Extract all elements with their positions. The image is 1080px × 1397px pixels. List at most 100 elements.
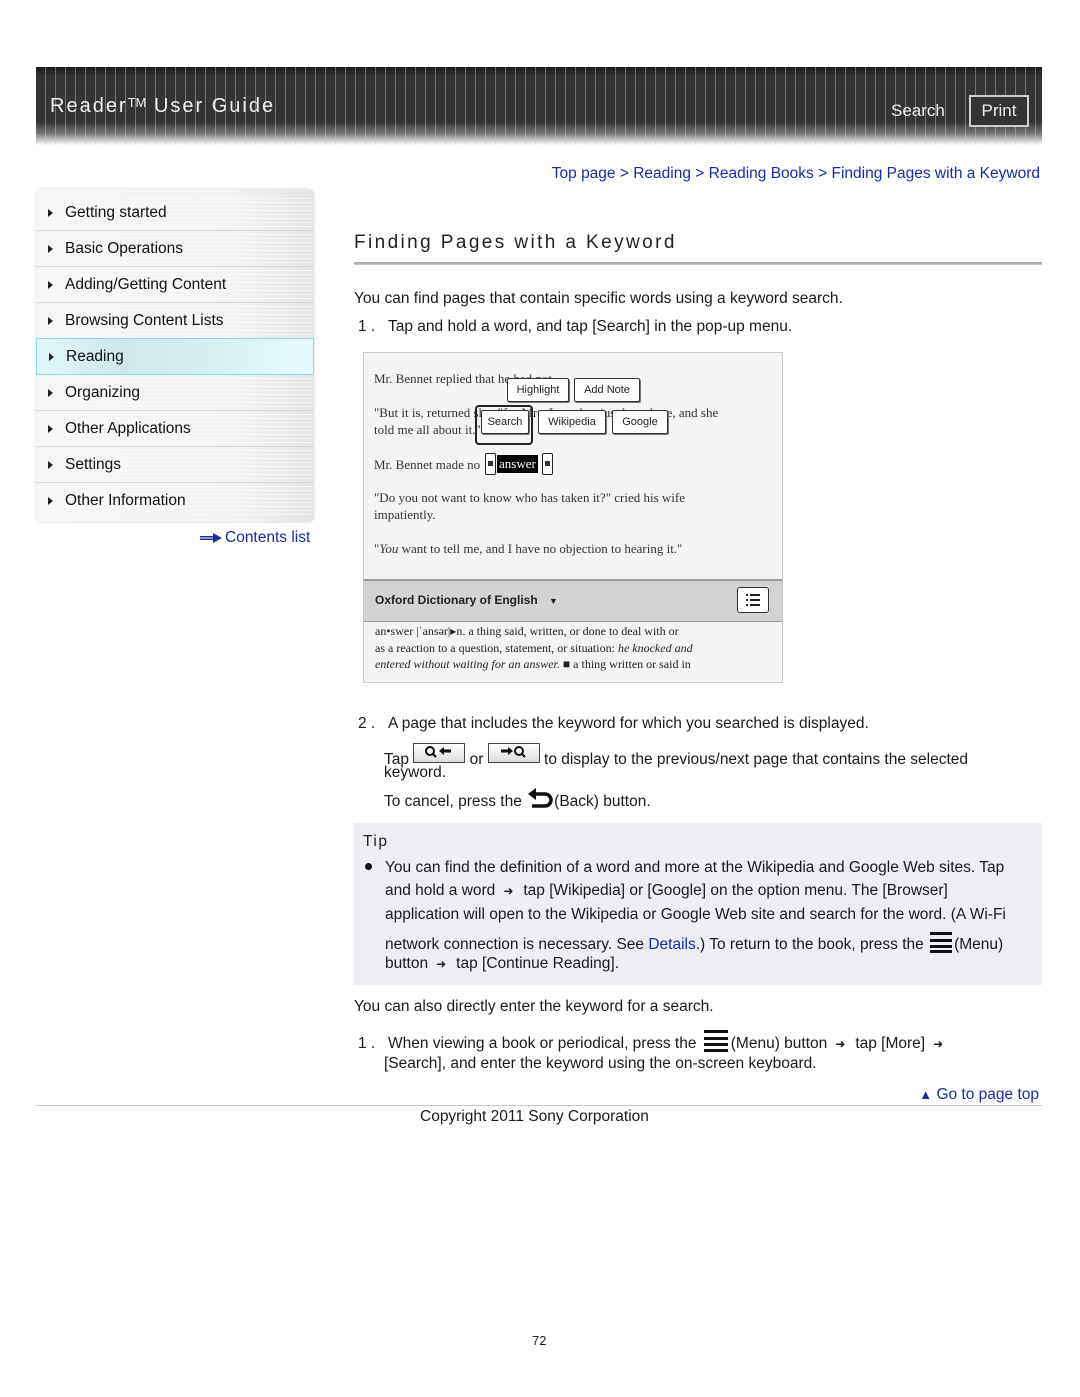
book-line: "Do you not want to know who has taken i… bbox=[374, 490, 685, 505]
step-2-cancel: To cancel, press the (Back) button. bbox=[384, 788, 651, 811]
guide-title: ReaderTM User Guide bbox=[50, 95, 275, 118]
sidebar-item-browsing-content-lists[interactable]: Browsing Content Lists bbox=[36, 303, 314, 339]
list-icon bbox=[746, 594, 760, 606]
tip-line: and hold a word ➜ tap [Wikipedia] or [Goog… bbox=[385, 882, 948, 900]
text: (Menu) bbox=[954, 936, 1004, 953]
breadcrumb-reading[interactable]: Reading bbox=[633, 165, 691, 182]
text: button bbox=[385, 955, 429, 972]
dictionary-name: Oxford Dictionary of English bbox=[375, 593, 538, 607]
sidebar-item-label: Other Applications bbox=[65, 420, 191, 437]
sidebar-item-other-information[interactable]: Other Information bbox=[36, 483, 314, 518]
text: tap [Continue Reading]. bbox=[456, 955, 620, 972]
search-previous-icon bbox=[425, 746, 452, 758]
text: to display to the previous/next page tha… bbox=[544, 751, 968, 768]
book-line-rest: want to tell me, and I have no objection… bbox=[398, 541, 683, 556]
arrow-right-icon bbox=[200, 532, 222, 543]
book-line: Mr. Bennet made no bbox=[374, 457, 481, 472]
menu-icon bbox=[703, 1030, 728, 1052]
sidebar-item-label: Other Information bbox=[65, 492, 186, 509]
sidebar-item-organizing[interactable]: Organizing bbox=[36, 375, 314, 411]
sidebar-item-label: Settings bbox=[65, 456, 122, 473]
contents-list-link[interactable]: Contents list bbox=[200, 529, 310, 547]
list-view-button[interactable] bbox=[737, 587, 769, 613]
selection-handle-left[interactable] bbox=[485, 453, 496, 475]
step-text: Tap and hold a word, and tap [Search] in… bbox=[388, 318, 793, 335]
sidebar-item-settings[interactable]: Settings bbox=[36, 447, 314, 483]
selection-handle-right[interactable] bbox=[542, 453, 553, 475]
text: (Menu) button bbox=[730, 1035, 828, 1052]
previous-search-result-button bbox=[413, 743, 466, 763]
text: network connection is necessary. See bbox=[385, 936, 649, 953]
sidebar-item-basic-operations[interactable]: Basic Operations bbox=[36, 231, 314, 267]
step-2-detail: Tap or to display to the previous/next p… bbox=[384, 743, 968, 769]
sidebar-item-other-applications[interactable]: Other Applications bbox=[36, 411, 314, 447]
go-to-top-label[interactable]: Go to page top bbox=[936, 1086, 1039, 1103]
sidebar-item-label: Browsing Content Lists bbox=[65, 312, 224, 329]
step-2: 2 . A page that includes the keyword for … bbox=[358, 715, 869, 733]
tip-line: network connection is necessary. See Det… bbox=[385, 931, 1003, 954]
title-divider bbox=[354, 262, 1042, 265]
step-text: A page that includes the keyword for whi… bbox=[388, 715, 869, 732]
step-3: 1 . When viewing a book or periodical, pr… bbox=[358, 1030, 953, 1053]
arrow-right-icon: ➜ bbox=[503, 884, 514, 898]
triangle-right-icon bbox=[48, 209, 53, 217]
search-link[interactable]: Search bbox=[891, 101, 945, 121]
tip-line: application will open to the Wikipedia o… bbox=[385, 906, 1006, 923]
step-2-detail-cont: keyword. bbox=[384, 764, 447, 781]
text: When viewing a book or periodical, press… bbox=[388, 1035, 697, 1052]
breadcrumb-separator: > bbox=[818, 165, 828, 182]
dropdown-triangle-icon: ▼ bbox=[549, 596, 558, 606]
popup-google-button[interactable]: Google bbox=[612, 410, 668, 434]
sidebar-item-adding-getting-content[interactable]: Adding/Getting Content bbox=[36, 267, 314, 303]
definition-line: entered without waiting for an answer. ■… bbox=[375, 656, 693, 673]
sidebar-item-getting-started[interactable]: Getting started bbox=[36, 195, 314, 231]
step-number: 2 . bbox=[358, 715, 376, 732]
triangle-right-icon bbox=[48, 281, 53, 289]
device-screenshot: Mr. Bennet replied that he had not. "But… bbox=[363, 352, 783, 683]
popup-highlight-button[interactable]: Highlight bbox=[507, 378, 569, 402]
text: tap [More] bbox=[855, 1035, 926, 1052]
trademark: TM bbox=[127, 95, 147, 110]
back-icon bbox=[528, 788, 553, 808]
header-bar: ReaderTM User Guide Search Print bbox=[36, 67, 1042, 145]
definition-line: as a reaction to a question, statement, … bbox=[375, 640, 693, 657]
text: tap [Wikipedia] or [Google] on the optio… bbox=[523, 882, 948, 899]
book-line: told me all about it." bbox=[374, 422, 481, 437]
breadcrumb: Top page > Reading > Reading Books > Fin… bbox=[552, 165, 1040, 183]
breadcrumb-reading-books[interactable]: Reading Books bbox=[709, 165, 814, 182]
popup-add-note-button[interactable]: Add Note bbox=[574, 378, 640, 402]
intro-text: You can find pages that contain specific… bbox=[354, 290, 843, 307]
menu-icon bbox=[930, 932, 953, 953]
title-rest: User Guide bbox=[146, 95, 276, 117]
print-button[interactable]: Print bbox=[969, 95, 1029, 127]
definition-example: entered without waiting for an answer. bbox=[375, 657, 560, 671]
sidebar-item-reading[interactable]: Reading bbox=[36, 338, 314, 375]
copyright: Copyright 2011 Sony Corporation bbox=[420, 1108, 649, 1125]
dictionary-selector[interactable]: Oxford Dictionary of English ▼ bbox=[375, 593, 558, 607]
triangle-right-icon bbox=[48, 497, 53, 505]
go-to-top-link[interactable]: ▲ Go to page top bbox=[919, 1086, 1039, 1104]
title-text: Reader bbox=[50, 95, 128, 117]
definition-text: ■ a thing written or said in bbox=[559, 657, 691, 671]
also-text: You can also directly enter the keyword … bbox=[354, 998, 714, 1015]
step-3-cont: [Search], and enter the keyword using th… bbox=[384, 1055, 817, 1072]
book-line: impatiently. bbox=[374, 507, 436, 522]
text: or bbox=[469, 751, 484, 768]
contents-list-label[interactable]: Contents list bbox=[225, 529, 310, 546]
text: .) To return to the book, press the bbox=[695, 936, 924, 953]
text: To cancel, press the bbox=[384, 793, 522, 810]
triangle-right-icon bbox=[48, 425, 53, 433]
bullet-icon bbox=[365, 863, 372, 870]
sidebar-item-label: Basic Operations bbox=[65, 240, 184, 257]
footer-divider bbox=[36, 1105, 1042, 1106]
triangle-right-icon bbox=[48, 317, 53, 325]
details-link[interactable]: Details bbox=[648, 936, 695, 953]
popup-wikipedia-button[interactable]: Wikipedia bbox=[538, 410, 606, 434]
triangle-up-icon: ▲ bbox=[919, 1087, 933, 1102]
popup-search-button[interactable]: Search bbox=[481, 410, 529, 434]
sidebar-item-label: Reading bbox=[66, 348, 124, 365]
definition-text: as a reaction to a question, statement, … bbox=[375, 640, 618, 655]
next-search-result-button bbox=[487, 743, 540, 763]
breadcrumb-current[interactable]: Finding Pages with a Keyword bbox=[831, 165, 1040, 182]
breadcrumb-top-page[interactable]: Top page bbox=[552, 165, 616, 182]
